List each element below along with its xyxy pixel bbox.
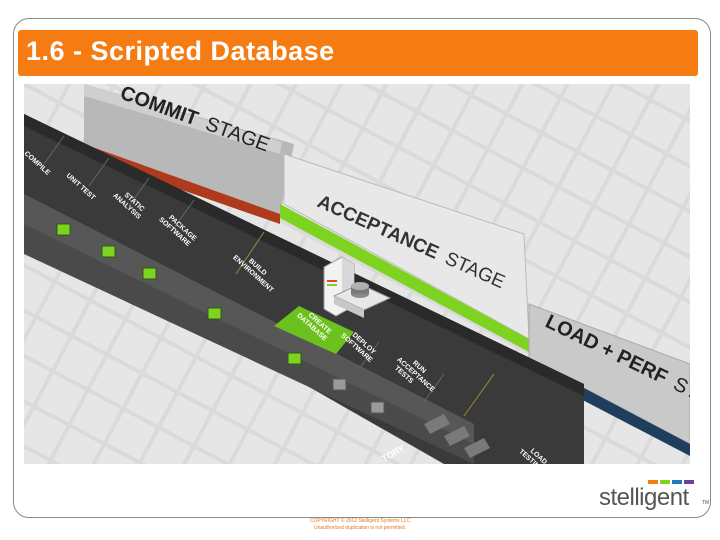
pipeline-svg: COMMIT STAGE ACCEPTANCE STAGE LOAD + PER… — [24, 84, 690, 464]
status-light-unit-test — [101, 245, 116, 258]
status-light-compile — [56, 223, 71, 236]
copyright-notice: COPYRIGHT © 2012 Stelligent Systems LLC … — [270, 518, 450, 532]
status-light-create-database — [287, 352, 302, 365]
logo-trademark: TM — [702, 500, 710, 506]
duplication-notice: Unauthorized duplication is not permitte… — [314, 525, 406, 531]
slide-title: 1.6 - Scripted Database — [26, 36, 335, 66]
copyright-line: COPYRIGHT © 2012 Stelligent Systems LLC — [309, 518, 411, 524]
status-light-run-tests — [370, 401, 385, 414]
status-light-static-analysis — [142, 267, 157, 280]
status-light-package — [207, 307, 222, 320]
status-light-deploy — [332, 378, 347, 391]
stelligent-logo: stelligent — [599, 484, 689, 511]
pipeline-illustration: COMMIT STAGE ACCEPTANCE STAGE LOAD + PER… — [24, 84, 690, 464]
title-bar: 1.6 - Scripted Database — [18, 30, 698, 76]
